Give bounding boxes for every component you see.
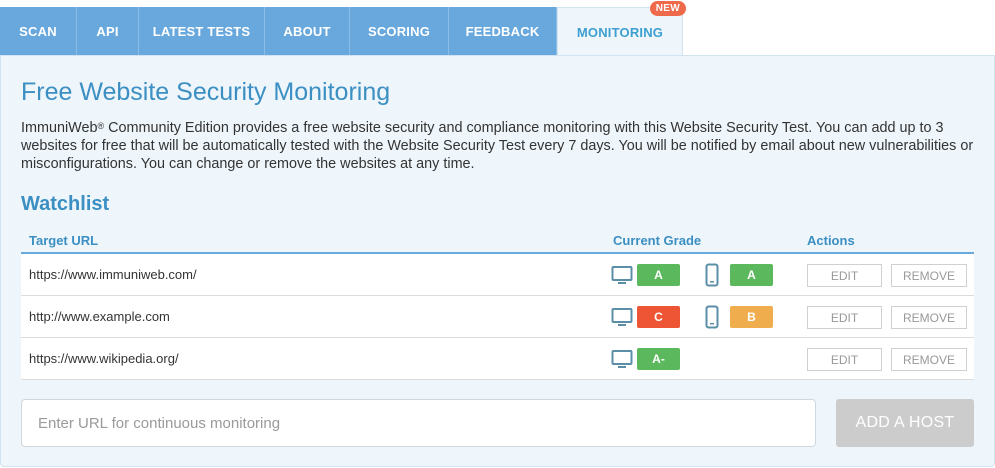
mobile-grade-badge: A — [730, 264, 773, 286]
remove-button[interactable]: REMOVE — [891, 264, 967, 287]
tab-scoring[interactable]: SCORING — [350, 7, 449, 56]
page-description: ImmuniWeb® Community Edition provides a … — [21, 119, 981, 173]
edit-button[interactable]: EDIT — [807, 264, 882, 287]
tab-scan[interactable]: SCAN — [0, 7, 77, 56]
tab-label: API — [96, 24, 119, 39]
tab-label: MONITORING — [576, 24, 664, 40]
table-row: https://www.immuniweb.com/ A A EDIT REMO… — [21, 254, 974, 296]
monitor-icon — [611, 350, 633, 368]
desktop-grade-badge: A — [637, 264, 680, 286]
target-url: https://www.immuniweb.com/ — [29, 267, 197, 282]
brand-name: ImmuniWeb — [21, 120, 98, 136]
url-input[interactable] — [21, 399, 816, 447]
new-badge: NEW — [649, 1, 686, 16]
tab-api[interactable]: API — [77, 7, 139, 56]
tab-monitoring[interactable]: MONITORING NEW — [557, 1, 686, 56]
tab-label: LATEST TESTS — [152, 24, 251, 39]
description-text: Community Edition provides a free websit… — [21, 120, 974, 172]
desktop-grade-badge: A- — [637, 348, 680, 370]
monitor-icon — [611, 266, 633, 284]
mobile-grade-badge: B — [730, 306, 773, 328]
tab-feedback[interactable]: FEEDBACK — [449, 7, 557, 56]
target-url: https://www.wikipedia.org/ — [29, 351, 179, 366]
table-row: https://www.wikipedia.org/ A- EDIT REMOV… — [21, 338, 974, 380]
add-host-button[interactable]: ADD A HOST — [836, 399, 974, 447]
watchlist-table: Target URL Current Grade Actions https:/… — [21, 228, 974, 380]
header-actions: Actions — [807, 233, 855, 248]
header-current-grade: Current Grade — [613, 233, 702, 248]
table-header: Target URL Current Grade Actions — [21, 228, 974, 254]
desktop-grade-badge: C — [637, 306, 680, 328]
tab-label: FEEDBACK — [465, 24, 540, 39]
tab-label: SCORING — [367, 24, 431, 39]
header-target-url: Target URL — [29, 233, 99, 248]
smartphone-icon — [705, 305, 719, 329]
page-title: Free Website Security Monitoring — [21, 78, 391, 106]
edit-button[interactable]: EDIT — [807, 306, 882, 329]
tab-about[interactable]: ABOUT — [265, 7, 350, 56]
remove-button[interactable]: REMOVE — [891, 306, 967, 329]
tab-label: ABOUT — [283, 24, 331, 39]
top-nav-tabs: SCAN API LATEST TESTS ABOUT SCORING FEED… — [0, 1, 686, 56]
monitor-icon — [611, 308, 633, 326]
tab-label: SCAN — [19, 24, 57, 39]
tab-latest-tests[interactable]: LATEST TESTS — [139, 7, 265, 56]
table-row: http://www.example.com C B EDIT REMOVE — [21, 296, 974, 338]
monitoring-panel: Free Website Security Monitoring ImmuniW… — [0, 55, 995, 467]
registered-mark: ® — [97, 121, 105, 131]
target-url: http://www.example.com — [29, 309, 170, 324]
smartphone-icon — [705, 263, 719, 287]
remove-button[interactable]: REMOVE — [891, 348, 967, 371]
edit-button[interactable]: EDIT — [807, 348, 882, 371]
watchlist-title: Watchlist — [21, 193, 110, 215]
